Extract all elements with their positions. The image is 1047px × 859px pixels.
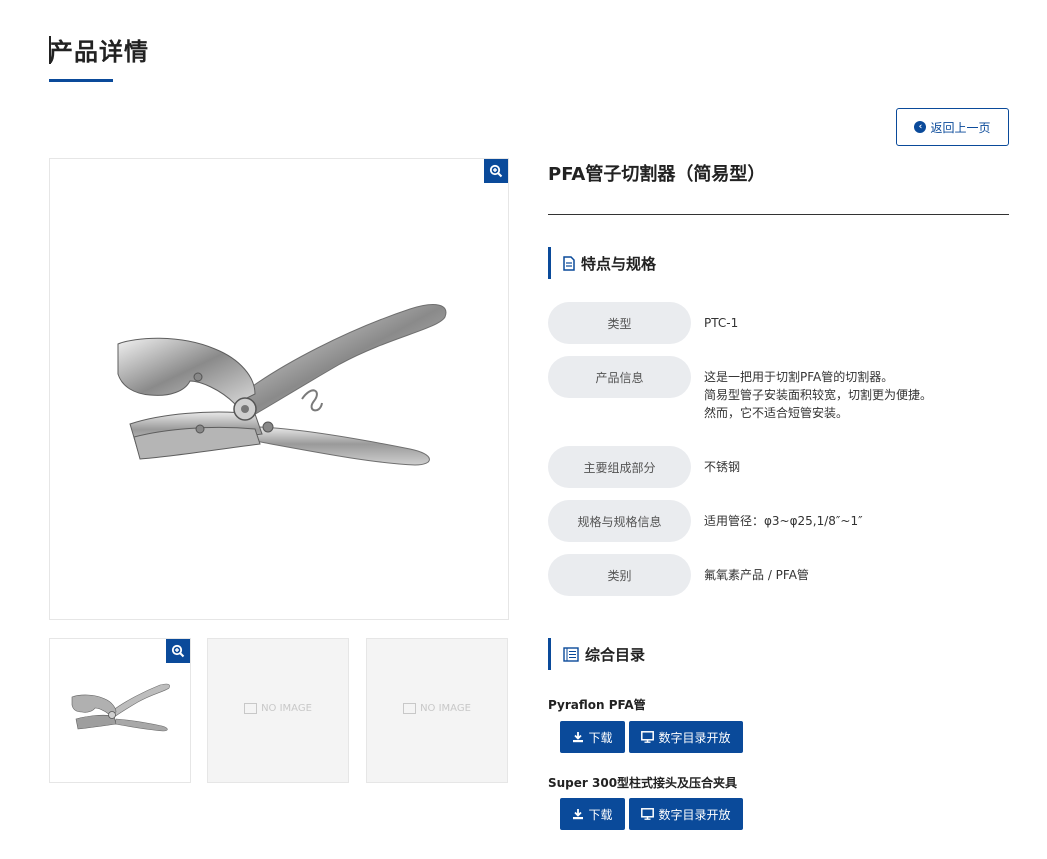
no-image-placeholder: NO IMAGE: [367, 703, 507, 714]
catalog-item-name: Pyraflon PFA管: [548, 698, 646, 712]
spec-value-type: PTC-1: [704, 316, 739, 330]
download-icon: [573, 809, 584, 820]
zoom-in-button[interactable]: [484, 159, 508, 183]
download-button[interactable]: 下载: [560, 798, 625, 830]
open-digital-catalog-button[interactable]: 数字目录开放: [629, 721, 743, 753]
open-catalog-button-label: 数字目录开放: [658, 807, 731, 822]
product-name: PFA管子切割器（简易型）: [548, 164, 766, 185]
zoom-in-icon: [489, 164, 503, 178]
spec-info-line: 然而，它不适合短管安装。: [704, 406, 849, 420]
catalog-section-heading: 综合目录: [548, 638, 645, 670]
pipe-cutter-image: [117, 304, 447, 466]
monitor-icon: [641, 731, 655, 743]
spec-info-line: 简易型管子安装面积较宽，切割更为便捷。: [704, 388, 933, 402]
zoom-in-icon: [171, 644, 185, 658]
catalog-icon: [563, 646, 579, 662]
no-image-text: NO IMAGE: [420, 703, 471, 714]
image-placeholder-icon: [403, 703, 417, 714]
divider: [548, 214, 1009, 215]
thumbnail-2[interactable]: NO IMAGE: [207, 638, 349, 783]
download-icon: [573, 732, 584, 743]
catalog-item-name: Super 300型柱式接头及压合夹具: [548, 776, 738, 790]
spec-value-category: 氟氧素产品 / PFA管: [704, 568, 809, 582]
spec-section-heading: 特点与规格: [548, 247, 656, 279]
spec-label-type: 类型: [548, 302, 691, 344]
back-button[interactable]: ‹ 返回上一页: [896, 108, 1009, 146]
monitor-icon: [641, 808, 655, 820]
arrow-left-circle-icon: ‹: [914, 121, 927, 133]
main-product-image[interactable]: [49, 158, 509, 620]
spec-label-material: 主要组成部分: [548, 446, 691, 488]
open-catalog-button-label: 数字目录开放: [658, 730, 731, 745]
document-icon: [563, 255, 575, 271]
spec-value-info: 这是一把用于切割PFA管的切割器。 简易型管子安装面积较宽，切割更为便捷。 然而…: [704, 368, 932, 422]
spec-label-info: 产品信息: [548, 356, 691, 398]
title-underline: [49, 79, 113, 82]
spec-value-material: 不锈钢: [704, 460, 741, 474]
spec-label-spec: 规格与规格信息: [548, 500, 691, 542]
download-button-label: 下载: [588, 807, 613, 822]
image-placeholder-icon: [244, 703, 258, 714]
no-image-placeholder: NO IMAGE: [208, 703, 348, 714]
download-button[interactable]: 下载: [560, 721, 625, 753]
thumbnail-3[interactable]: NO IMAGE: [366, 638, 508, 783]
spec-info-line: 这是一把用于切割PFA管的切割器。: [704, 370, 894, 384]
download-button-label: 下载: [588, 730, 613, 745]
back-button-label: 返回上一页: [930, 120, 991, 135]
catalog-section-title: 综合目录: [585, 645, 646, 664]
no-image-text: NO IMAGE: [261, 703, 312, 714]
open-digital-catalog-button[interactable]: 数字目录开放: [629, 798, 743, 830]
spec-section-title: 特点与规格: [581, 254, 657, 273]
spec-label-category: 类别: [548, 554, 691, 596]
thumbnail-zoom-button[interactable]: [166, 639, 190, 663]
page-title: 产品详情: [49, 38, 149, 66]
spec-value-spec: 适用管径：φ3~φ25,1/8″~1″: [704, 514, 863, 528]
